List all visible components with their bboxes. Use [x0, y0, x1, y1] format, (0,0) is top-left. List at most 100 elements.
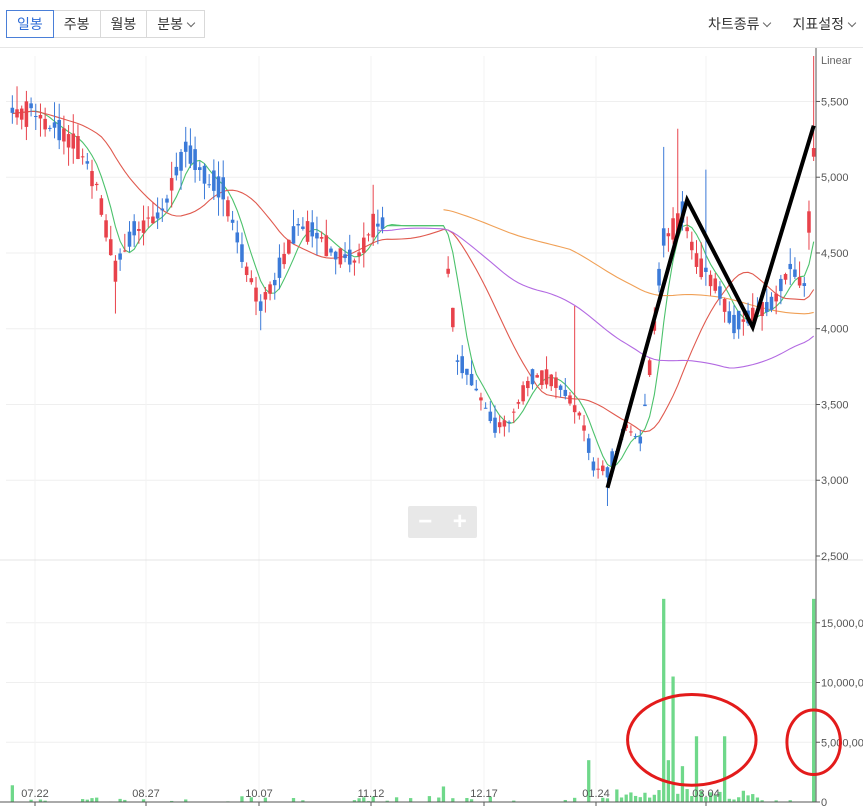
- volume-bar: [437, 797, 441, 802]
- candle-body: [10, 107, 15, 113]
- volume-bar: [394, 797, 399, 802]
- right-tools: 차트종류 지표설정: [708, 10, 857, 38]
- candle-body: [198, 167, 202, 170]
- candle-body: [713, 278, 718, 291]
- candle-body: [333, 251, 338, 260]
- tab-weekly[interactable]: 주봉: [52, 10, 101, 38]
- candle-body: [521, 385, 525, 402]
- volume-bar: [615, 789, 619, 802]
- chart-type-dropdown[interactable]: 차트종류: [708, 10, 772, 38]
- candle-body: [99, 198, 104, 215]
- candle-body: [446, 268, 450, 274]
- candle-body: [127, 231, 132, 247]
- candle-body: [179, 151, 183, 171]
- candle-body: [591, 461, 596, 471]
- zoom-out-button[interactable]: −: [408, 506, 443, 538]
- candle-body: [263, 292, 268, 300]
- candle-body: [165, 198, 169, 203]
- candle-body: [699, 258, 703, 278]
- candle-body: [305, 221, 310, 242]
- candle-body: [779, 278, 783, 292]
- candle-body: [132, 221, 136, 236]
- candle-body: [113, 260, 118, 282]
- candle-body: [455, 360, 460, 362]
- candle-body: [235, 232, 240, 243]
- candle-body: [502, 420, 507, 427]
- candle-body: [549, 374, 554, 387]
- candle-body: [282, 253, 286, 265]
- chevron-down-icon: [763, 18, 772, 28]
- candle-body: [558, 385, 563, 390]
- volume-bar: [427, 796, 432, 802]
- candle-body: [291, 226, 296, 244]
- candle-body: [169, 178, 174, 191]
- candle-body: [343, 254, 347, 259]
- candle-body: [451, 307, 455, 328]
- tab-monthly[interactable]: 월봉: [99, 10, 148, 38]
- candle-body: [765, 302, 769, 312]
- price-tick-label: 3,500: [821, 399, 849, 411]
- stock-chart[interactable]: Linear 5,500 5,000 4,500 4,000 3,500 3,000 2,50…: [0, 48, 863, 807]
- candle-body: [535, 375, 539, 378]
- volume-bar: [812, 598, 816, 802]
- candle-body: [71, 133, 76, 149]
- candle-body: [249, 278, 254, 283]
- volume-bar: [676, 793, 680, 802]
- time-tick-label: 03.04: [692, 788, 720, 800]
- volume-bar: [643, 792, 647, 802]
- ma120-line: [443, 209, 814, 315]
- candle-body: [357, 252, 361, 257]
- moving-average-lines: [12, 110, 815, 469]
- candle-body: [296, 223, 300, 226]
- tab-minute[interactable]: 분봉: [146, 10, 206, 38]
- candle-body: [324, 235, 329, 257]
- volume-bar: [573, 797, 577, 802]
- candle-body: [66, 134, 71, 148]
- scale-type-label: Linear: [821, 55, 852, 67]
- candle-body: [62, 128, 66, 142]
- price-tick-label: 2,500: [821, 551, 849, 563]
- volume-bar: [741, 790, 746, 802]
- candle-body: [230, 219, 235, 223]
- ma5-line: [12, 110, 815, 469]
- candle-body: [347, 249, 352, 265]
- candle-body: [671, 218, 675, 240]
- price-tick-label: 4,500: [821, 248, 849, 260]
- candle-body: [643, 404, 647, 407]
- volume-tick-label: 0: [821, 797, 827, 807]
- candle-body: [118, 253, 122, 260]
- hand-drawn-zigzag-line: [605, 125, 816, 489]
- volume-bar: [648, 797, 652, 802]
- volume-bar: [638, 797, 642, 802]
- candle-body: [708, 274, 713, 287]
- zoom-in-button[interactable]: +: [443, 506, 478, 538]
- candle-body: [151, 216, 155, 224]
- candle-body: [174, 166, 179, 176]
- candle-body: [226, 200, 230, 217]
- tab-daily[interactable]: 일봉: [6, 10, 54, 38]
- candle-body: [572, 405, 577, 413]
- candle-body: [811, 148, 816, 157]
- candle-body: [774, 293, 778, 302]
- time-tick-label: 07.22: [21, 788, 49, 800]
- candle-body: [29, 103, 33, 109]
- indicator-settings-dropdown[interactable]: 지표설정: [792, 10, 857, 38]
- candle-body: [554, 377, 558, 388]
- candle-body: [788, 263, 793, 270]
- candle-body: [146, 217, 151, 219]
- candle-body: [718, 286, 722, 299]
- candle-body: [736, 310, 741, 330]
- candle-body: [601, 465, 605, 472]
- candle-body: [338, 248, 343, 265]
- candle-body: [94, 183, 99, 186]
- candle-body: [633, 436, 638, 438]
- candle-body: [240, 244, 244, 262]
- candle-body: [732, 314, 736, 334]
- volume-bars: [10, 598, 816, 802]
- axes: Linear 5,500 5,000 4,500 4,000 3,500 3,000 2,50…: [0, 48, 863, 807]
- candle-body: [802, 283, 807, 286]
- candle-body: [183, 141, 188, 152]
- candle-body: [362, 237, 366, 253]
- candle-body: [15, 109, 19, 118]
- candle-body: [511, 411, 516, 413]
